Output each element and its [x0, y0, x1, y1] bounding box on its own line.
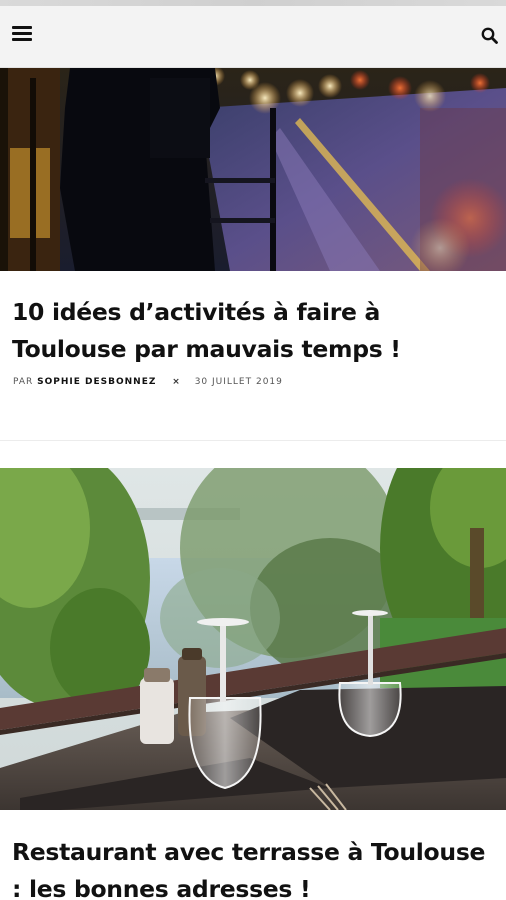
article-date: 30 JUILLET 2019 — [194, 377, 283, 387]
article-author[interactable]: SOPHIE DESBONNEZ — [37, 377, 156, 387]
meta-prefix: PAR — [13, 377, 34, 387]
article-image-rainy-street[interactable] — [0, 68, 506, 271]
article-title[interactable]: 10 idées d’activités à faire à Toulouse … — [12, 294, 496, 368]
article-meta: PAR SOPHIE DESBONNEZ × 30 JUILLET 2019 — [13, 377, 283, 387]
menu-bar-middle — [12, 32, 32, 35]
hamburger-menu-icon[interactable] — [12, 24, 34, 44]
site-header — [0, 6, 506, 68]
menu-bar-top — [12, 26, 32, 29]
article-title[interactable]: Restaurant avec terrasse à Toulouse : le… — [12, 834, 496, 900]
menu-bar-bottom — [12, 38, 32, 41]
article-divider — [0, 440, 506, 441]
article-image-restaurant-terrace[interactable] — [0, 468, 506, 810]
meta-separator: × — [172, 377, 181, 387]
search-icon[interactable] — [480, 26, 500, 46]
